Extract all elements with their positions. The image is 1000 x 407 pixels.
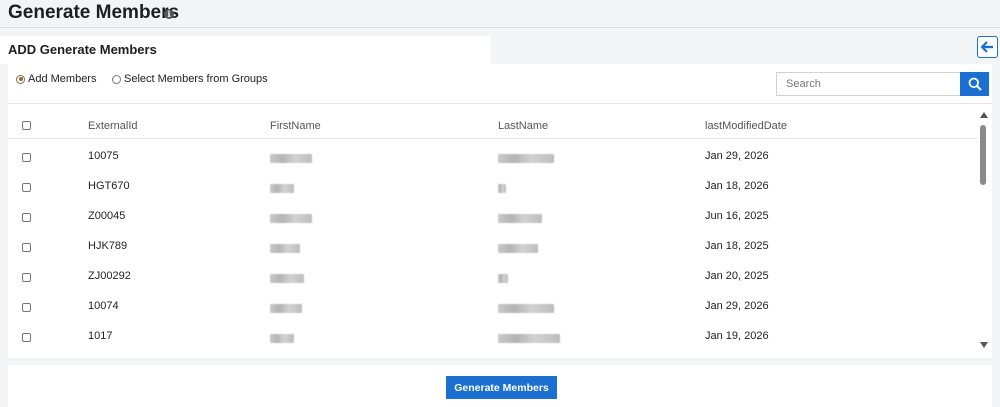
- table-row[interactable]: HJK789 Jan 18, 2025: [8, 231, 978, 261]
- table-row[interactable]: 1017 Jan 19, 2026: [8, 321, 978, 351]
- add-members-label: Add Members: [28, 73, 97, 85]
- last-modified-cell: Jan 18, 2025: [705, 240, 769, 252]
- row-checkbox[interactable]: [22, 243, 31, 252]
- generate-members-button[interactable]: Generate Members: [446, 376, 557, 399]
- scroll-thumb[interactable]: [980, 125, 986, 185]
- table-header-row: ExternalId FirstName LastName lastModifi…: [8, 104, 978, 139]
- last-name-redacted: [498, 154, 554, 163]
- external-id-cell: 1017: [88, 330, 113, 342]
- info-icon[interactable]: i: [164, 9, 174, 19]
- radio-unchecked-icon[interactable]: [112, 74, 121, 84]
- table-row[interactable]: 10075 Jan 29, 2026: [8, 141, 978, 171]
- row-checkbox[interactable]: [22, 273, 31, 282]
- external-id-cell: 10074: [88, 300, 119, 312]
- section-title: ADD Generate Members: [8, 42, 157, 57]
- first-name-redacted: [270, 304, 302, 313]
- last-name-redacted: [498, 274, 508, 283]
- table-row[interactable]: HGT670 Jan 18, 2026: [8, 171, 978, 201]
- search-input[interactable]: [776, 72, 960, 96]
- header-last-name[interactable]: LastName: [498, 120, 548, 132]
- last-name-redacted: [498, 244, 538, 253]
- first-name-redacted: [270, 154, 312, 163]
- scroll-down-icon[interactable]: [980, 342, 988, 348]
- table-scrollbar[interactable]: [978, 112, 992, 352]
- row-checkbox[interactable]: [22, 333, 31, 342]
- row-checkbox[interactable]: [22, 153, 31, 162]
- radio-checked-icon[interactable]: [16, 74, 25, 84]
- last-name-redacted: [498, 184, 506, 193]
- last-modified-cell: Jan 20, 2025: [705, 270, 769, 282]
- header-last-modified[interactable]: lastModifiedDate: [705, 120, 787, 132]
- first-name-redacted: [270, 214, 312, 223]
- last-modified-cell: Jan 29, 2026: [705, 150, 769, 162]
- header-external-id[interactable]: ExternalId: [88, 120, 138, 132]
- last-name-redacted: [498, 214, 542, 223]
- first-name-redacted: [270, 334, 294, 343]
- first-name-redacted: [270, 244, 300, 253]
- page-header: Generate Members i: [0, 0, 1000, 28]
- external-id-cell: 10075: [88, 150, 119, 162]
- last-modified-cell: Jan 29, 2026: [705, 300, 769, 312]
- row-checkbox[interactable]: [22, 303, 31, 312]
- external-id-cell: HJK789: [88, 240, 128, 252]
- footer-bar: Generate Members: [8, 365, 992, 407]
- last-name-redacted: [498, 304, 554, 313]
- external-id-cell: HGT670: [88, 180, 130, 192]
- scroll-up-icon[interactable]: [980, 112, 988, 118]
- select-from-groups-radio[interactable]: Select Members from Groups: [112, 73, 268, 85]
- external-id-cell: ZJ00292: [88, 270, 131, 282]
- external-id-cell: Z00045: [88, 210, 126, 222]
- members-panel: Add Members Select Members from Groups E…: [8, 64, 992, 358]
- table-row[interactable]: ZJ00292 Jan 20, 2025: [8, 261, 978, 291]
- add-members-radio[interactable]: Add Members: [16, 73, 96, 85]
- search-icon: [968, 77, 982, 91]
- section-title-box: ADD Generate Members: [0, 36, 491, 64]
- search-button[interactable]: [960, 72, 989, 96]
- first-name-redacted: [270, 184, 294, 193]
- header-first-name[interactable]: FirstName: [270, 120, 321, 132]
- last-modified-cell: Jan 18, 2026: [705, 180, 769, 192]
- table-row[interactable]: Z00045 Jun 16, 2025: [8, 201, 978, 231]
- select-all-checkbox[interactable]: [22, 121, 31, 130]
- last-name-redacted: [498, 334, 560, 343]
- back-button[interactable]: [977, 36, 998, 58]
- last-modified-cell: Jun 16, 2025: [705, 210, 769, 222]
- arrow-left-icon: [981, 41, 993, 53]
- row-checkbox[interactable]: [22, 183, 31, 192]
- last-modified-cell: Jan 19, 2026: [705, 330, 769, 342]
- table-row[interactable]: 10074 Jan 29, 2026: [8, 291, 978, 321]
- row-checkbox[interactable]: [22, 213, 31, 222]
- first-name-redacted: [270, 274, 304, 283]
- select-from-groups-label: Select Members from Groups: [124, 73, 268, 85]
- members-table: ExternalId FirstName LastName lastModifi…: [8, 104, 978, 358]
- page-title: Generate Members: [8, 2, 180, 23]
